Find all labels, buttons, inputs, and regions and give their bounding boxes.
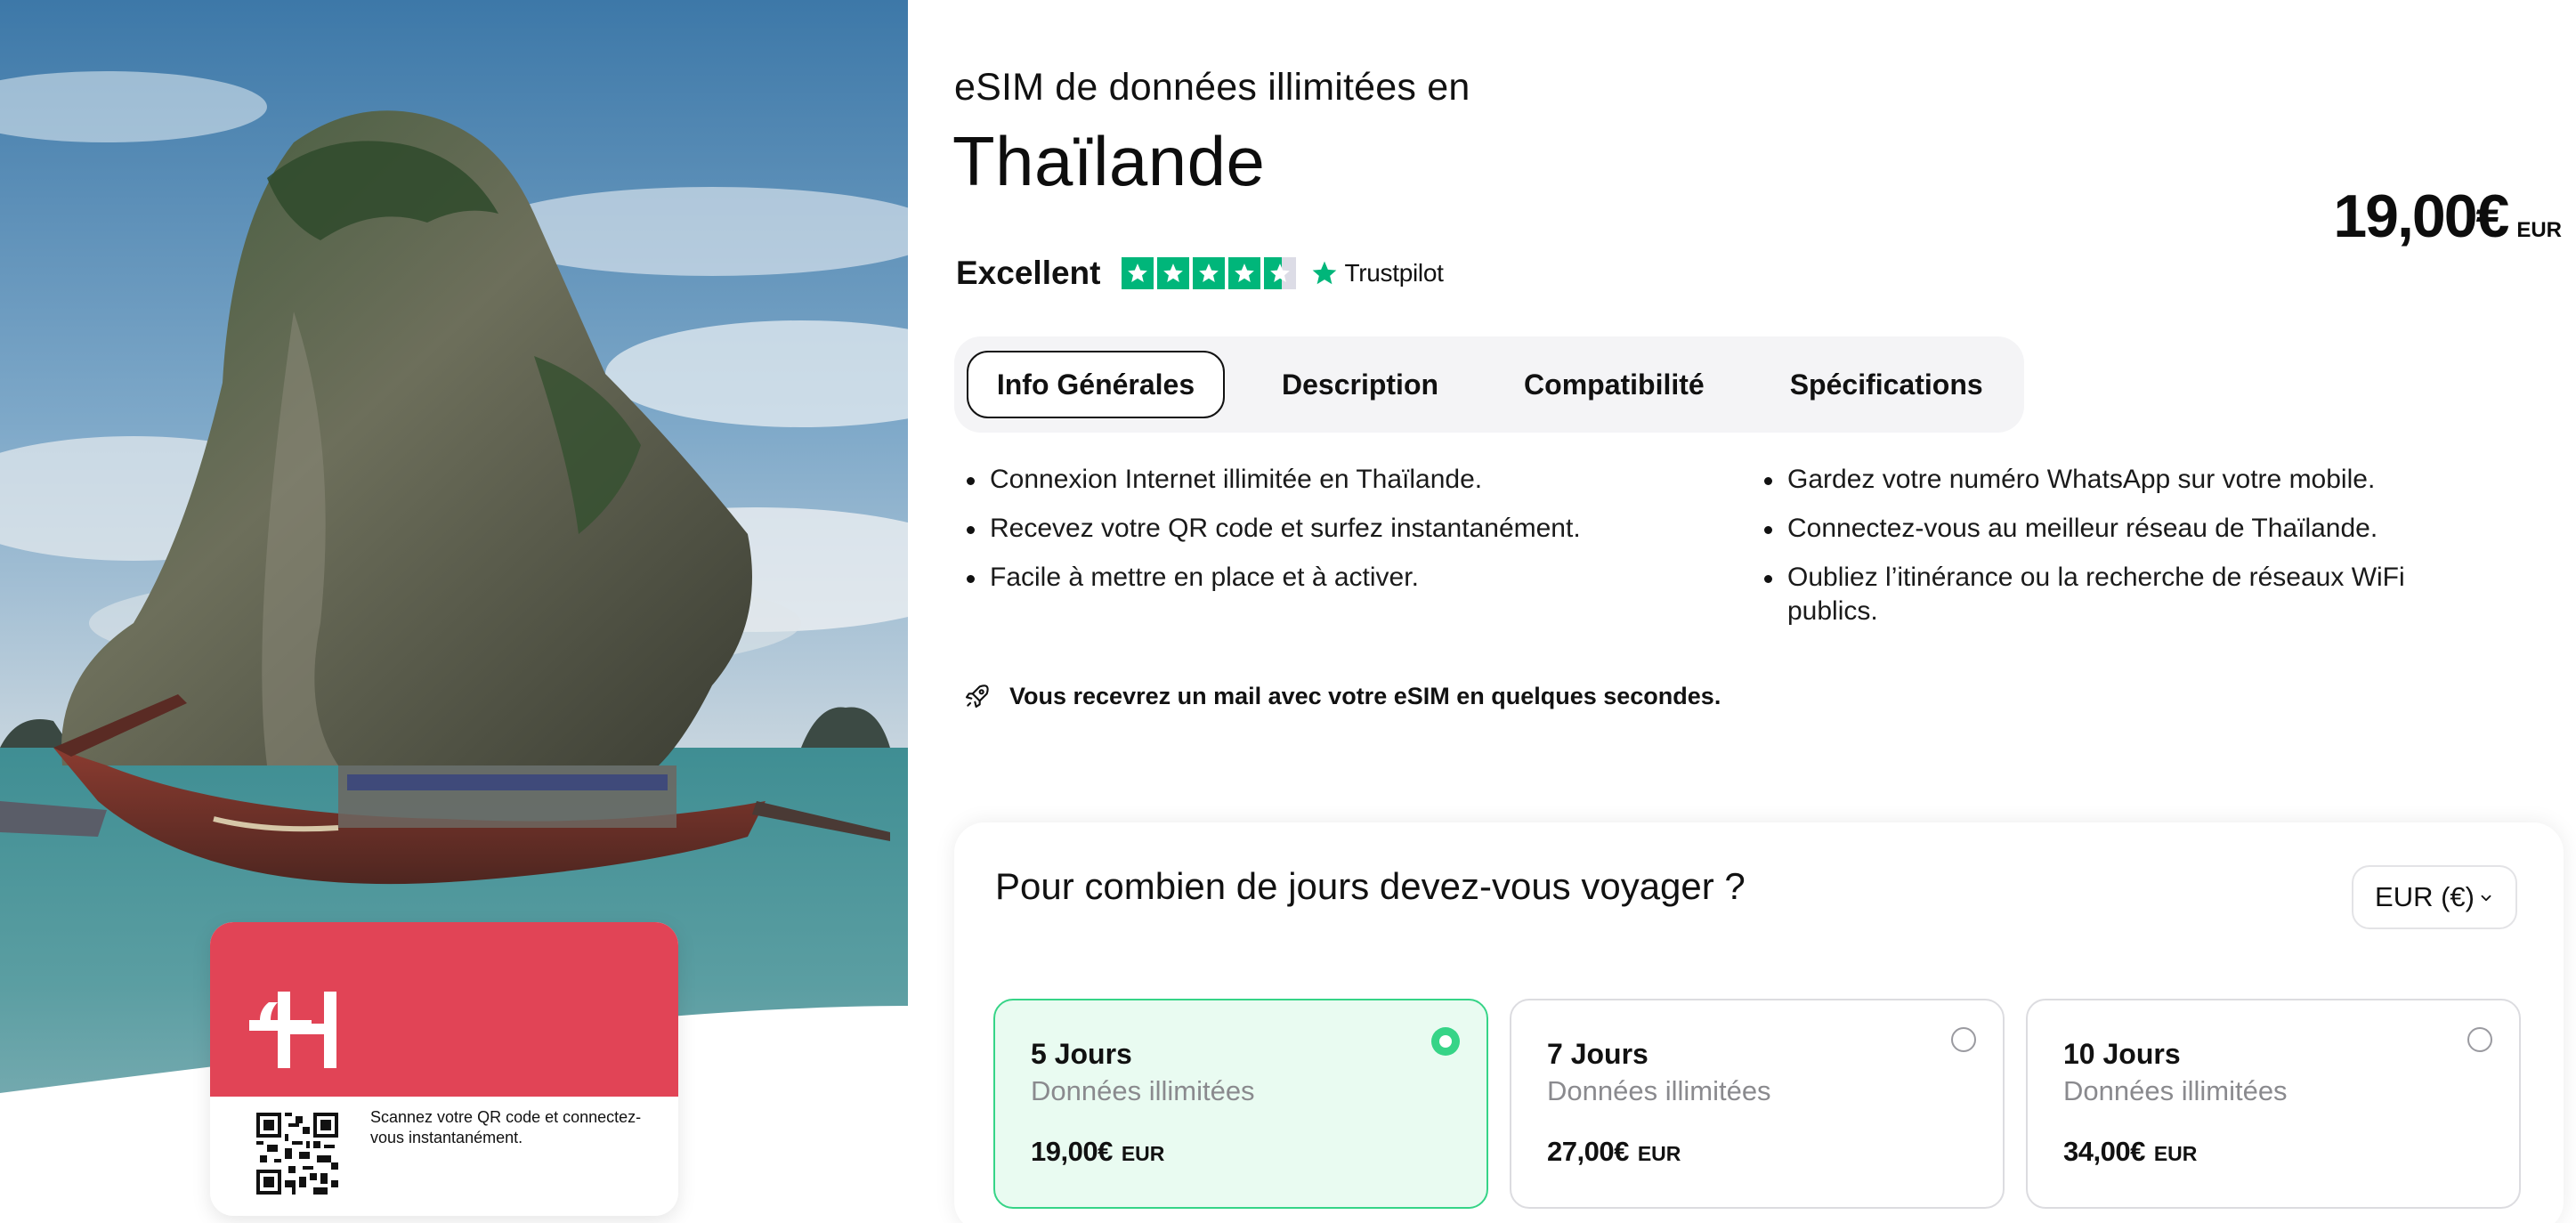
currency-select[interactable]: EUR (€): [2352, 865, 2517, 929]
feature-item: Connexion Internet illimitée en Thaïland…: [965, 463, 1695, 497]
plan-price-currency: EUR: [2153, 1142, 2198, 1165]
half-star-icon: [1264, 257, 1297, 289]
product-subtitle: eSIM de données illimitées en: [954, 66, 1470, 109]
plan-data: Données illimitées: [2063, 1075, 2288, 1106]
plan-price-currency: EUR: [1637, 1142, 1681, 1165]
product-details: eSIM de données illimitées en Thaïlande …: [952, 0, 2576, 1223]
tab-description[interactable]: Description: [1252, 351, 1469, 418]
plan-price: 27,00€ EUR: [1547, 1136, 1681, 1168]
plan-price-amount: 27,00€: [1547, 1136, 1629, 1167]
product-title: Thaïlande: [952, 122, 1266, 200]
plan-selector: Pour combien de jours devez-vous voyager…: [954, 822, 2564, 1223]
star-icon: [1157, 257, 1190, 289]
feature-item: Oubliez l’itinérance ou la recherche de …: [1762, 561, 2492, 628]
feature-item: Connectez-vous au meilleur réseau de Tha…: [1762, 512, 2492, 546]
plan-radio[interactable]: [2467, 1027, 2492, 1052]
plan-question: Pour combien de jours devez-vous voyager…: [995, 865, 1746, 907]
rating-label: Excellent: [956, 255, 1101, 291]
price-amount: 19,00€: [2333, 182, 2509, 250]
plan-days: 10 Jours: [2063, 1038, 2181, 1070]
delivery-note: Vous recevrez un mail avec votre eSIM en…: [963, 682, 1721, 710]
product-price: 19,00€ EUR: [2333, 182, 2562, 251]
tab-specifications[interactable]: Spécifications: [1760, 351, 2013, 418]
qr-code-icon: [256, 1113, 338, 1195]
rating-stars: [1122, 257, 1297, 289]
star-icon: [1193, 257, 1226, 289]
esim-card-text: Scannez votre QR code et connectez-vous …: [370, 1108, 642, 1146]
plan-price-amount: 34,00€: [2063, 1136, 2145, 1167]
tab-compatibilite[interactable]: Compatibilité: [1494, 351, 1735, 418]
star-icon: [1228, 257, 1261, 289]
trustpilot-rating[interactable]: Excellent Trustpilot: [956, 255, 1444, 292]
feature-column-left: Connexion Internet illimitée en Thaïland…: [965, 463, 1695, 610]
price-currency: EUR: [2516, 218, 2562, 242]
info-tabs: Info Générales Description Compatibilité…: [954, 336, 2024, 433]
trustpilot-logo: Trustpilot: [1310, 259, 1444, 288]
plan-option-5-days[interactable]: 5 Jours Données illimitées 19,00€ EUR: [993, 999, 1488, 1209]
plan-radio[interactable]: [1951, 1027, 1976, 1052]
trustpilot-star-icon: [1313, 261, 1337, 285]
plan-price: 19,00€ EUR: [1031, 1136, 1164, 1168]
trustpilot-label: Trustpilot: [1344, 259, 1444, 287]
chevron-down-icon: [2481, 895, 2491, 902]
plan-option-7-days[interactable]: 7 Jours Données illimitées 27,00€ EUR: [1510, 999, 2005, 1209]
plan-price-currency: EUR: [1121, 1142, 1165, 1165]
currency-select-value: EUR (€): [2375, 881, 2475, 912]
holafly-logo-icon: [249, 992, 336, 1068]
star-icon: [1122, 257, 1154, 289]
hero-image: Scannez votre QR code et connectez-vous …: [0, 0, 908, 1223]
esim-card: Scannez votre QR code et connectez-vous …: [210, 922, 678, 1216]
plan-days: 5 Jours: [1031, 1038, 1132, 1070]
feature-item: Facile à mettre en place et à activer.: [965, 561, 1695, 595]
plan-price: 34,00€ EUR: [2063, 1136, 2197, 1168]
plan-data: Données illimitées: [1547, 1075, 1771, 1106]
plan-days: 7 Jours: [1547, 1038, 1648, 1070]
plan-option-10-days[interactable]: 10 Jours Données illimitées 34,00€ EUR: [2026, 999, 2521, 1209]
feature-column-right: Gardez votre numéro WhatsApp sur votre m…: [1762, 463, 2492, 644]
tab-info-generales[interactable]: Info Générales: [967, 351, 1225, 418]
plan-radio-selected[interactable]: [1431, 1027, 1460, 1056]
feature-item: Gardez votre numéro WhatsApp sur votre m…: [1762, 463, 2492, 497]
plan-price-amount: 19,00€: [1031, 1136, 1113, 1167]
feature-item: Recevez votre QR code et surfez instanta…: [965, 512, 1695, 546]
rocket-icon: [965, 684, 989, 709]
plan-data: Données illimitées: [1031, 1075, 1255, 1106]
delivery-note-text: Vous recevrez un mail avec votre eSIM en…: [1009, 682, 1721, 709]
